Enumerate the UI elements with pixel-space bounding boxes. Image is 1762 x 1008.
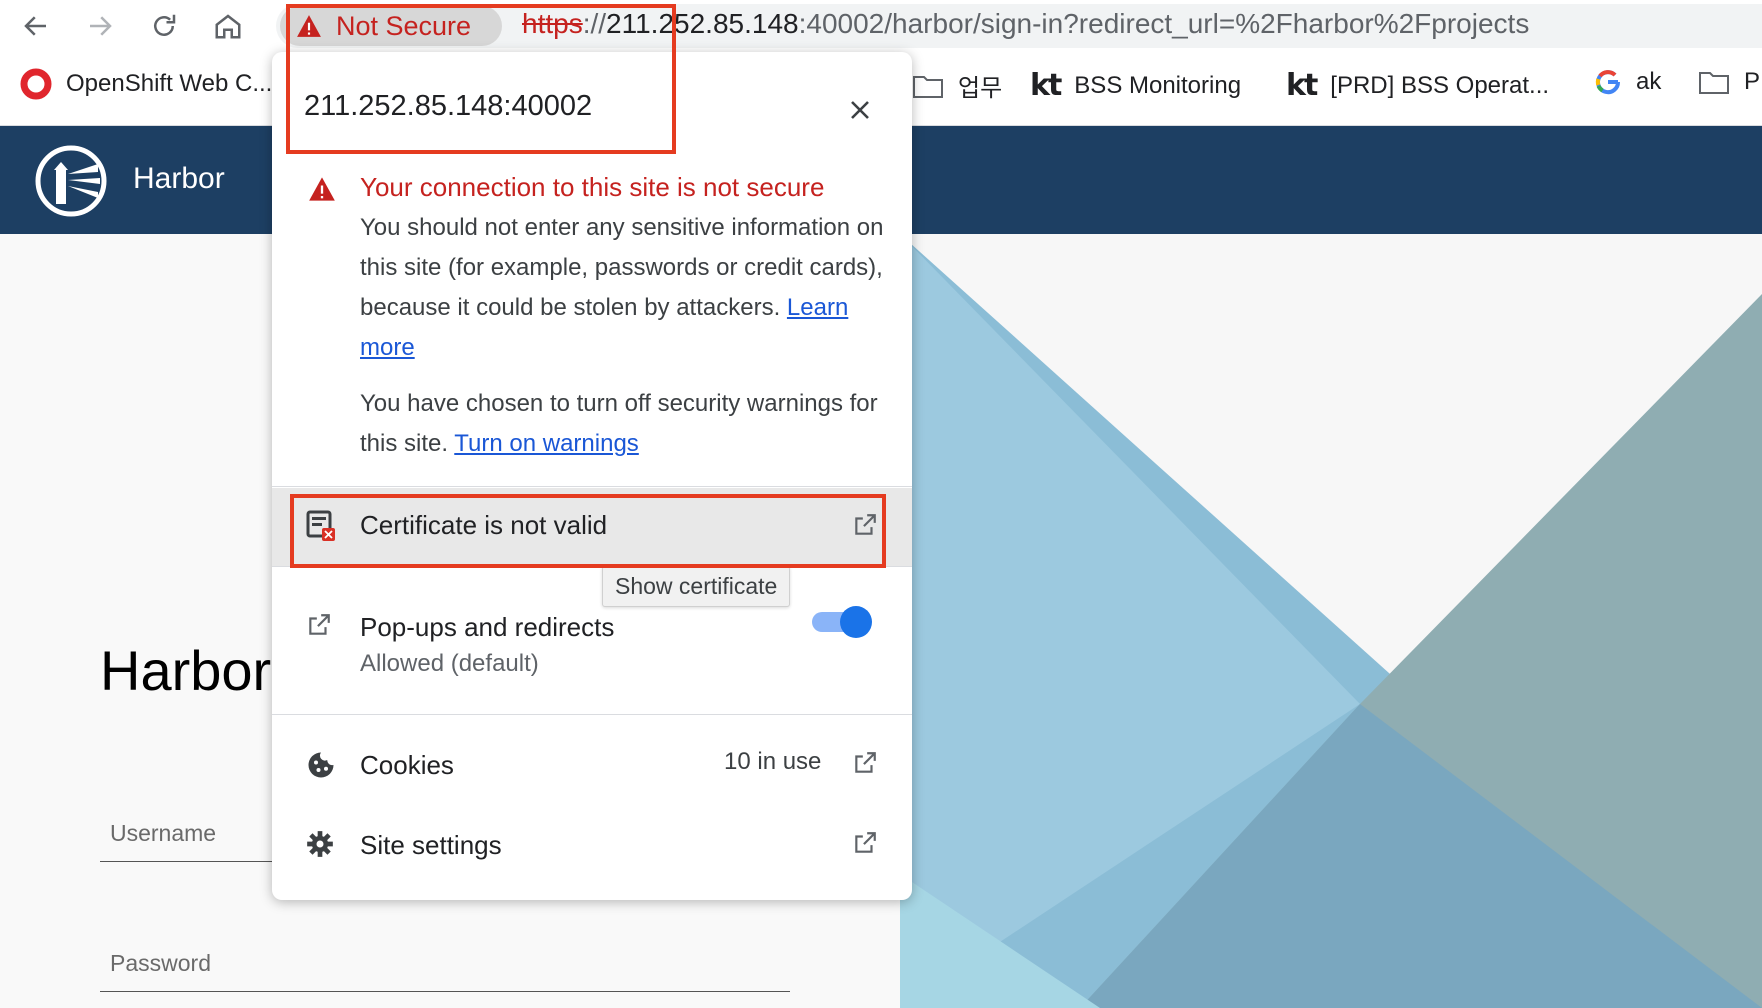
- app-title: Harbor: [133, 162, 225, 195]
- bookmark-bss-operations[interactable]: kt [PRD] BSS Operat...: [1286, 68, 1549, 103]
- bookmark-work-folder[interactable]: 업무: [912, 68, 1002, 103]
- site-info-popup: 211.252.85.148:40002 Your connection to …: [272, 52, 912, 900]
- external-link-icon[interactable]: [852, 750, 878, 776]
- bookmark-folder-p[interactable]: P: [1698, 68, 1760, 96]
- password-field[interactable]: Password: [100, 936, 790, 992]
- popup-open-icon: [309, 614, 330, 635]
- bookmark-label: [PRD] BSS Operat...: [1330, 71, 1550, 99]
- forward-button[interactable]: [80, 6, 120, 46]
- browser-toolbar: Not Secure https://211.252.85.148:40002/…: [0, 0, 1762, 52]
- url-path: :40002/harbor/sign-in?redirect_url=%2Fha…: [798, 8, 1530, 39]
- reload-icon: [154, 14, 176, 36]
- external-link-icon[interactable]: [852, 830, 878, 856]
- bookmark-label: P: [1744, 68, 1761, 95]
- decorative-background: [900, 234, 1762, 1008]
- bookmark-label: ak: [1636, 68, 1662, 95]
- divider: [272, 566, 912, 567]
- arrow-left-icon: [24, 16, 46, 36]
- url-separator: ://: [582, 8, 607, 39]
- openshift-icon: [20, 68, 52, 100]
- popups-toggle[interactable]: [812, 606, 872, 638]
- close-button[interactable]: [842, 92, 878, 128]
- warning-icon: [297, 15, 321, 37]
- divider: [272, 486, 912, 487]
- bookmark-label: BSS Monitoring: [1074, 71, 1242, 99]
- reload-button[interactable]: [144, 6, 184, 46]
- url-text[interactable]: https://211.252.85.148:40002/harbor/sign…: [522, 8, 1529, 40]
- harbor-logo-icon[interactable]: [34, 144, 108, 223]
- folder-icon: [912, 73, 944, 99]
- external-link-icon: [855, 514, 876, 535]
- turn-on-warnings-link[interactable]: Turn on warnings: [454, 430, 639, 457]
- site-info-chip[interactable]: Not Secure: [280, 6, 502, 46]
- url-host: 211.252.85.148: [606, 8, 799, 39]
- not-secure-label: Not Secure: [336, 10, 472, 41]
- username-placeholder: Username: [110, 820, 217, 846]
- cookies-label[interactable]: Cookies: [360, 750, 454, 781]
- certificate-row[interactable]: Certificate is not valid: [272, 488, 912, 566]
- bookmark-openshift[interactable]: OpenShift Web C...: [20, 68, 272, 100]
- url-scheme: https: [522, 8, 583, 39]
- back-button[interactable]: [16, 6, 56, 46]
- cookies-count: 10 in use: [724, 748, 822, 775]
- certificate-label: Certificate is not valid: [360, 510, 608, 540]
- warnings-off-paragraph: You have chosen to turn off security war…: [360, 384, 890, 464]
- bookmark-label: 업무: [958, 75, 1003, 102]
- cookie-icon: [308, 752, 334, 778]
- login-title: Harbor: [100, 639, 272, 702]
- google-icon: [1594, 68, 1622, 96]
- kt-icon: kt: [1030, 68, 1062, 103]
- home-button[interactable]: [208, 6, 248, 46]
- gear-icon: [307, 831, 333, 857]
- arrow-right-icon: [90, 16, 112, 36]
- warning-title: Your connection to this site is not secu…: [360, 172, 825, 202]
- bookmark-google-ak[interactable]: ak: [1594, 68, 1661, 96]
- popups-sub-label: Allowed (default): [360, 650, 539, 677]
- folder-icon: [1698, 69, 1730, 95]
- popup-host: 211.252.85.148:40002: [304, 90, 593, 122]
- home-icon: [215, 14, 241, 39]
- warning-icon: [309, 177, 335, 201]
- popups-label: Pop-ups and redirects: [360, 612, 615, 642]
- kt-icon: kt: [1286, 68, 1318, 103]
- site-settings-label[interactable]: Site settings: [360, 830, 502, 861]
- divider: [272, 714, 912, 715]
- password-placeholder: Password: [110, 950, 211, 976]
- show-certificate-tooltip: Show certificate: [602, 566, 791, 607]
- close-icon: [851, 101, 869, 119]
- bookmark-bss-monitoring[interactable]: kt BSS Monitoring: [1030, 68, 1241, 103]
- toggle-knob: [840, 606, 872, 638]
- bookmark-label: OpenShift Web C...: [66, 70, 273, 97]
- certificate-error-icon: [306, 510, 335, 541]
- warning-paragraph: You should not enter any sensitive infor…: [360, 208, 890, 368]
